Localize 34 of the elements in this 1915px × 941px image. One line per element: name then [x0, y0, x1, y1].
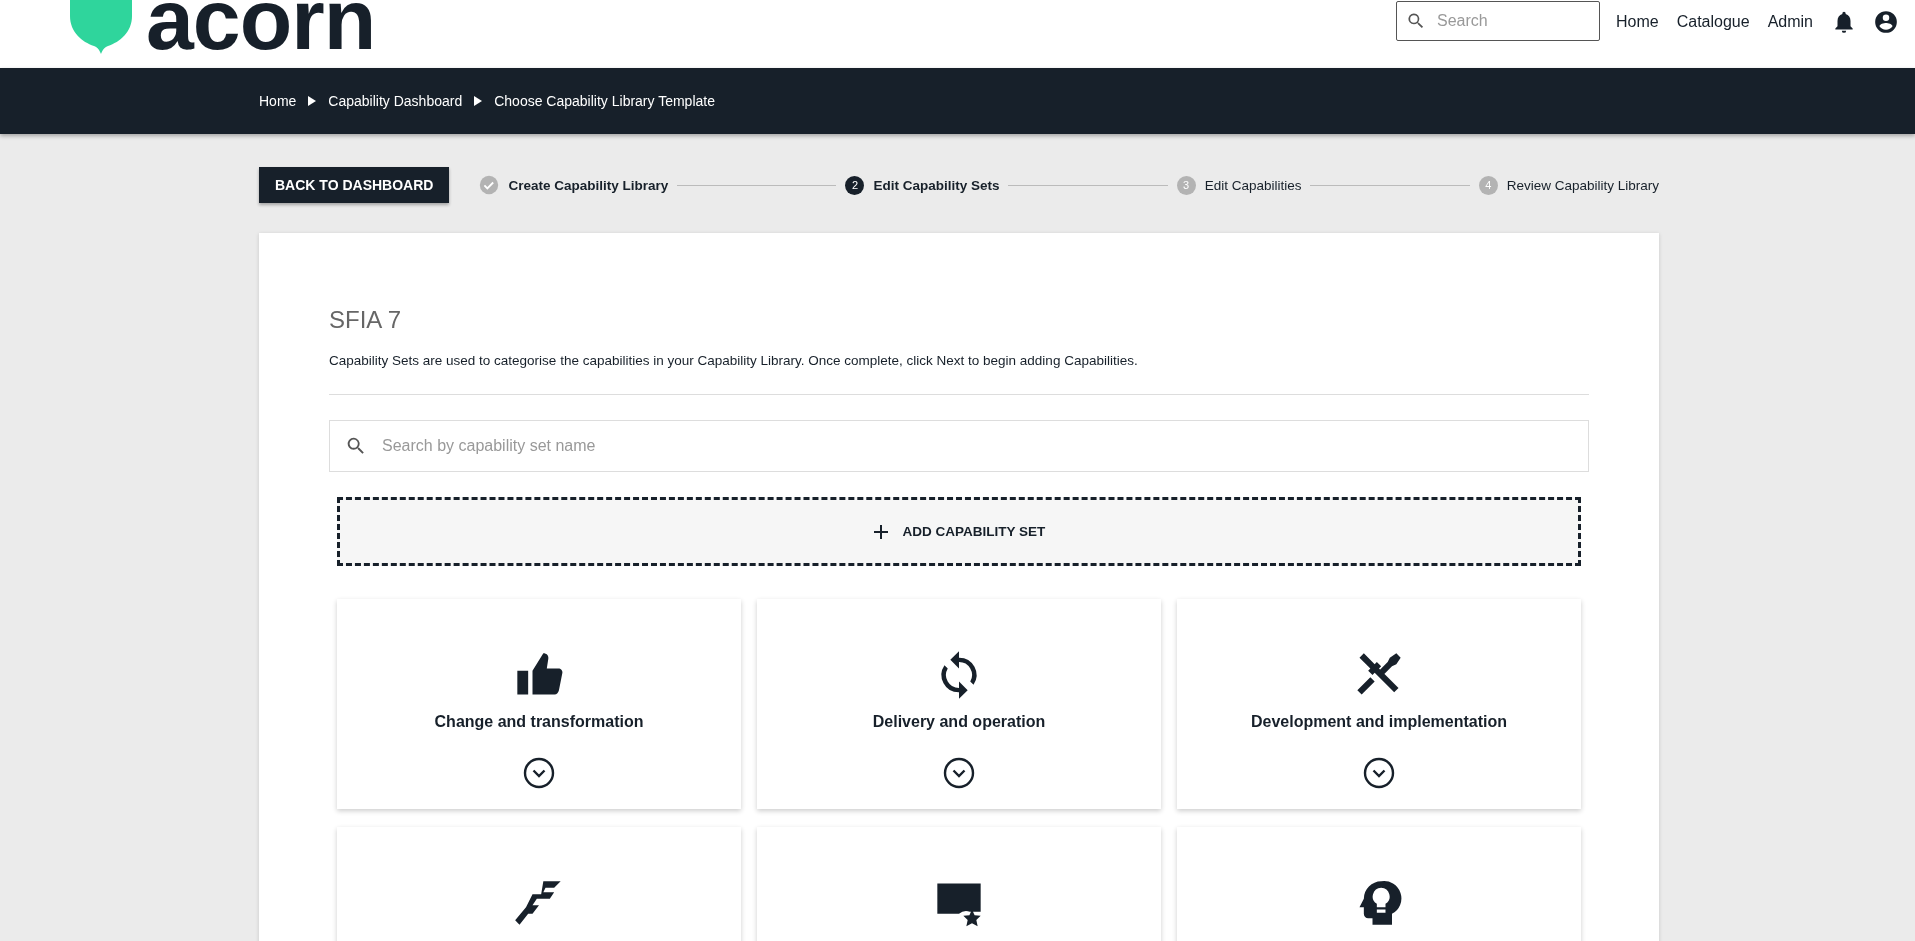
description-text: Capability Sets are used to categorise the capabilities in your Capability Library. Once complete, click Next to begin adding Capabilities.: [329, 353, 1139, 368]
step-label: Edit Capabilities: [1204, 177, 1302, 193]
step-number: 3: [1176, 175, 1196, 195]
library-title: SFIA 7: [329, 305, 403, 334]
search-field[interactable]: Search: [1396, 1, 1600, 41]
acorn-logo-icon: [70, 0, 132, 54]
capability-set-card[interactable]: Development and implementation: [1177, 599, 1581, 809]
card-title: Change and transformation: [434, 713, 644, 731]
account-icon[interactable]: [1873, 9, 1899, 35]
nav-link[interactable]: Admin: [1767, 13, 1813, 31]
back-button[interactable]: BACK TO DASHBOARD: [259, 167, 450, 203]
step-label: Edit Capability Sets: [873, 177, 1000, 193]
step-label: Review Capability Library: [1506, 177, 1659, 193]
card-title: Delivery and operation: [872, 713, 1046, 731]
capability-set-card[interactable]: Change and transformation: [337, 599, 741, 809]
triangle-icon: [474, 96, 483, 106]
plus-icon: [872, 523, 889, 540]
step-number: 2: [845, 175, 865, 195]
chevron-down-icon[interactable]: [1363, 757, 1395, 789]
logo-text: acorn: [146, 0, 376, 54]
step-number: 4: [1478, 175, 1498, 195]
card-title: Development and implementation: [1250, 713, 1507, 731]
chevron-down-icon[interactable]: [523, 757, 555, 789]
breadcrumb-link[interactable]: Capability Dashboard: [328, 93, 463, 109]
nav-link[interactable]: Home: [1616, 13, 1659, 31]
breadcrumb-link[interactable]: Choose Capability Library Template: [494, 93, 715, 109]
search-icon: [1406, 11, 1426, 31]
capability-set-card[interactable]: Delivery and operation: [757, 599, 1161, 809]
breadcrumb-link[interactable]: Home: [259, 93, 297, 109]
add-capability-set-button[interactable]: ADD CAPABILITY SET: [337, 497, 1581, 566]
chevron-down-icon[interactable]: [943, 757, 975, 789]
triangle-icon: [308, 96, 317, 106]
nav-link[interactable]: Catalogue: [1676, 13, 1750, 31]
step-label: Create Capability Library: [508, 177, 669, 193]
